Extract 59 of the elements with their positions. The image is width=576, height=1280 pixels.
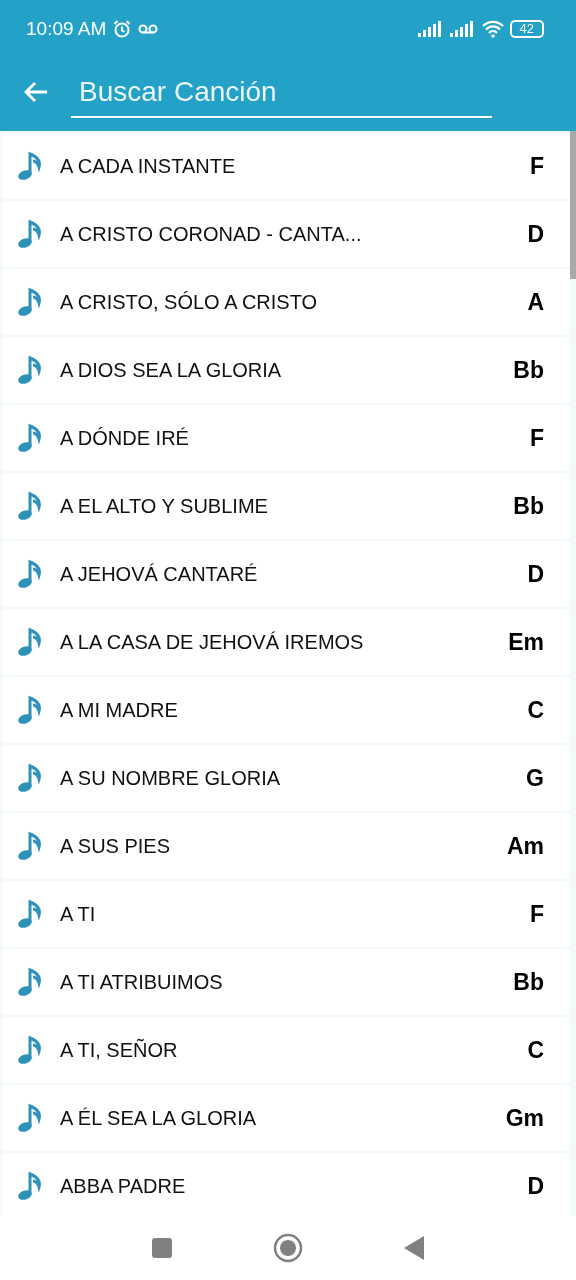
song-key: Bb xyxy=(513,492,544,520)
song-key: C xyxy=(527,1036,544,1064)
alarm-clock-icon xyxy=(112,19,133,39)
song-key: F xyxy=(529,424,544,452)
song-key: Gm xyxy=(505,1104,544,1132)
song-row[interactable]: ABBA PADRE D xyxy=(2,1153,570,1216)
song-row[interactable]: A SUS PIES Am xyxy=(2,813,570,879)
song-key: F xyxy=(529,152,544,180)
song-title: A ÉL SEA LA GLORIA xyxy=(60,1106,258,1130)
song-key: C xyxy=(527,696,544,724)
song-title: A CRISTO CORONAD - CANTA... xyxy=(60,222,363,246)
song-title: A JEHOVÁ CANTARÉ xyxy=(60,562,259,586)
song-key: D xyxy=(527,220,544,248)
song-title: ABBA PADRE xyxy=(60,1174,187,1198)
song-row[interactable]: A DÓNDE IRÉ F xyxy=(2,405,570,471)
back-icon[interactable] xyxy=(403,1235,425,1261)
song-row[interactable]: A MI MADRE C xyxy=(2,677,570,743)
song-row[interactable]: A LA CASA DE JEHOVÁ IREMOS Em xyxy=(2,609,570,675)
song-title: A MI MADRE xyxy=(60,698,179,722)
song-key: A xyxy=(527,288,544,316)
song-title: A TI xyxy=(60,902,97,926)
song-key: D xyxy=(527,1172,544,1200)
recents-icon[interactable] xyxy=(151,1237,173,1259)
song-row[interactable]: A EL ALTO Y SUBLIME Bb xyxy=(2,473,570,539)
song-row[interactable]: A CRISTO, SÓLO A CRISTO A xyxy=(2,269,570,335)
status-time: 10:09 AM xyxy=(26,18,107,40)
song-row[interactable]: A CRISTO CORONAD - CANTA... D xyxy=(2,201,570,267)
song-title: A CRISTO, SÓLO A CRISTO xyxy=(60,290,319,314)
back-arrow-icon[interactable] xyxy=(23,80,49,103)
voicemail-icon xyxy=(138,23,159,35)
song-row[interactable]: A JEHOVÁ CANTARÉ D xyxy=(2,541,570,607)
battery-indicator: 42 xyxy=(509,20,544,38)
wifi-icon xyxy=(481,20,504,38)
song-key: F xyxy=(529,900,544,928)
song-title: A SU NOMBRE GLORIA xyxy=(60,766,282,790)
signal-icon xyxy=(417,21,444,37)
song-title: A SUS PIES xyxy=(60,834,172,858)
song-row[interactable]: A DIOS SEA LA GLORIA Bb xyxy=(2,337,570,403)
song-row[interactable]: A TI ATRIBUIMOS Bb xyxy=(2,949,570,1015)
song-row[interactable]: A CADA INSTANTE F xyxy=(2,133,570,199)
song-key: Em xyxy=(508,628,544,656)
song-title: A DÓNDE IRÉ xyxy=(60,426,190,450)
song-title: A EL ALTO Y SUBLIME xyxy=(60,494,269,518)
song-row[interactable]: A TI, SEÑOR C xyxy=(2,1017,570,1083)
signal-icon xyxy=(449,21,476,37)
song-key: G xyxy=(526,764,544,792)
song-title: A TI ATRIBUIMOS xyxy=(60,970,224,994)
song-key: Bb xyxy=(513,968,544,996)
song-title: A CADA INSTANTE xyxy=(60,154,237,178)
song-row[interactable]: A SU NOMBRE GLORIA G xyxy=(2,745,570,811)
song-key: D xyxy=(527,560,544,588)
song-row[interactable]: A TI F xyxy=(2,881,570,947)
home-icon[interactable] xyxy=(273,1233,303,1263)
song-title: A TI, SEÑOR xyxy=(60,1038,179,1062)
song-title: A LA CASA DE JEHOVÁ IREMOS xyxy=(60,630,365,654)
song-key: Am xyxy=(506,832,544,860)
song-title: A DIOS SEA LA GLORIA xyxy=(60,358,283,382)
song-row[interactable]: A ÉL SEA LA GLORIA Gm xyxy=(2,1085,570,1151)
song-key: Bb xyxy=(513,356,544,384)
